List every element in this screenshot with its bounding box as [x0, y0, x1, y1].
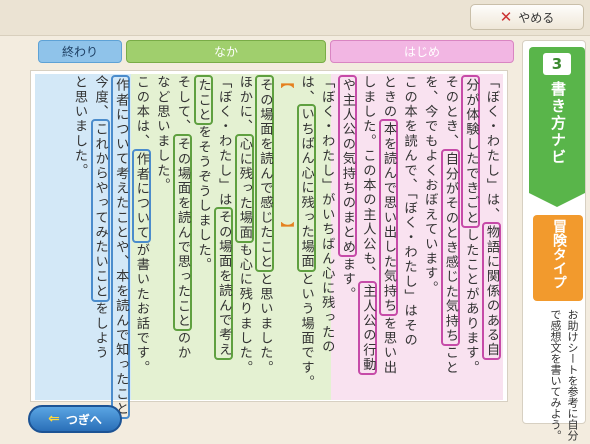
prompt-placeholder: 作者について考えたことや、本を読んで知ったこと	[111, 75, 131, 420]
section-end-bar: 終わり	[38, 40, 122, 63]
step-number: 3	[543, 53, 571, 75]
essay-text: ます。	[339, 257, 355, 302]
essay-column: と思いました。	[67, 75, 91, 399]
prompt-placeholder: その場面を読んで思ったこと	[173, 133, 192, 331]
essay-text: と思いました。	[72, 75, 87, 178]
essay-text: と思いました。	[257, 272, 273, 376]
essay-column: ときの本を読んで思い出した気持ちを思い出	[376, 75, 400, 399]
essay-text: という場面です。	[298, 272, 314, 390]
essay-sheet: 「ぼく・わたし」は、物語に関係のある自 分が体験したできごとしたことがあります。そ…	[30, 70, 508, 420]
essay-column: を、今でもよくおぼえています。	[417, 75, 441, 399]
nav-header: 3 書き方ナビ	[529, 47, 585, 207]
prompt-placeholder: 自分がそのとき感じた気持ち	[440, 148, 460, 346]
essay-text: 今度、	[92, 75, 108, 120]
essay-text: ほかに、	[236, 75, 252, 134]
essay-column: 今度、これからやってみたいことをしよう	[88, 75, 112, 399]
writing-nav-sidebar: 3 書き方ナビ 冒険タイプ お助けシートを参考に自分 で感想文を書いてみよう。	[522, 40, 586, 441]
prompt-placeholder: その場面を読んで感じたこと	[255, 75, 275, 273]
prompt-placeholder: 心に残った場面	[234, 133, 254, 243]
essay-text: 「ぼく・わたし」は	[216, 75, 232, 208]
essay-text: を、今でもよくおぼえています。	[422, 75, 438, 296]
essay-text: をそうぞうしました。	[195, 125, 211, 273]
prompt-placeholder: 主人公の行動	[358, 280, 378, 376]
essay-text: しました。この本の主人公も、	[360, 75, 376, 281]
essay-column: 「ぼく・わたし」は、物語に関係のある自	[479, 75, 503, 399]
next-button[interactable]: ⇐ つぎへ	[28, 405, 122, 433]
essay-text	[278, 90, 293, 222]
essay-column: 分が体験したできごとしたことがあります。	[458, 75, 482, 399]
close-x-icon: ✕	[499, 7, 513, 26]
essay-column: 「ぼく・わたし」はその場面を読んで考え	[211, 75, 235, 399]
section-middle-bar: なか	[126, 40, 326, 63]
instruction-line-2: で感想文を書いてみよう。	[549, 309, 562, 441]
type-label: 冒険タイプ	[551, 219, 567, 289]
arrow-left-icon: ⇐	[48, 411, 60, 427]
quit-label: やめる	[518, 10, 555, 25]
prompt-placeholder: たこと	[193, 75, 213, 126]
essay-column: 【 】	[273, 75, 297, 399]
essay-text: こと	[442, 345, 458, 376]
essay-text: したことがあります。	[463, 228, 479, 375]
essay-text: そして、	[175, 75, 190, 134]
essay-column: その場面を読んで感じたことと思いました。	[252, 75, 276, 399]
scene-bracket: 】	[278, 222, 293, 237]
essay-text: そのとき、	[442, 75, 458, 149]
essay-column: は、いちばん心に残った場面という場面です。	[294, 75, 318, 399]
prompt-placeholder: いちばん心に残った場面	[296, 104, 316, 273]
essay-column: たことをそうぞうしました。	[191, 75, 215, 399]
prompt-placeholder: や主人公の気持ちのまとめ	[337, 75, 357, 258]
prompt-placeholder: 物語に関係のある自	[482, 222, 501, 361]
essay-text: を思い出	[381, 316, 396, 376]
section-beginning-bar: はじめ	[330, 40, 514, 63]
essay-column: この本を読んで、「ぼく・わたし」はその	[397, 75, 421, 399]
essay-text: も心に残りました。	[236, 242, 252, 376]
prompt-placeholder: 分が体験したできごと	[461, 75, 481, 228]
essay-text: 「ぼく・わたし」は、	[484, 75, 499, 222]
essay-text: この本は、	[133, 75, 149, 149]
essay-text: は、	[298, 75, 314, 105]
prompt-placeholder: 作者について	[131, 148, 151, 243]
essay-text: をしよう	[92, 301, 108, 361]
prompt-placeholder: これからやってみたいこと	[90, 119, 110, 302]
type-badge: 冒険タイプ	[533, 215, 583, 301]
scene-bracket: 【	[278, 75, 293, 90]
next-label: つぎへ	[65, 412, 102, 427]
quit-button[interactable]: ✕ やめる	[470, 4, 584, 30]
essay-text: ときの	[381, 75, 396, 120]
essay-column: ほかに、心に残った場面も心に残りました。	[232, 75, 256, 399]
instruction-line-1: お助けシートを参考に自分	[566, 309, 579, 441]
essay-column: そして、その場面を読んで思ったことのか	[170, 75, 194, 399]
essay-text: が書いたお話です。	[133, 242, 149, 376]
essay-column: そのとき、自分がそのとき感じた気持ちこと	[438, 75, 462, 399]
prompt-placeholder: 本を読んで思い出した気持ち	[379, 119, 398, 317]
essay-column: 「ぼく・わたし」がいちばん心に残ったの	[314, 75, 338, 399]
instruction-text: お助けシートを参考に自分 で感想文を書いてみよう。	[531, 309, 581, 441]
essay-column: や主人公の気持ちのまとめます。	[335, 75, 359, 399]
essay-text: など思いました。	[154, 75, 170, 193]
essay-column: この本は、作者についてが書いたお話です。	[129, 75, 153, 399]
nav-title: 書き方ナビ	[549, 81, 567, 166]
prompt-placeholder: その場面を読んで考え	[214, 207, 234, 361]
essay-column: 作者について考えたことや、本を読んで知ったこと	[108, 75, 132, 420]
essay-text: 「ぼく・わたし」がいちばん心に残ったの	[319, 75, 335, 355]
essay-text: この本を読んで、「ぼく・わたし」はその	[401, 75, 417, 348]
essay-text: のか	[175, 330, 190, 361]
essay-column: しました。この本の主人公も、主人公の行動	[355, 75, 379, 399]
essay-column: など思いました。	[149, 75, 173, 399]
top-bar: ✕ やめる	[0, 0, 590, 36]
